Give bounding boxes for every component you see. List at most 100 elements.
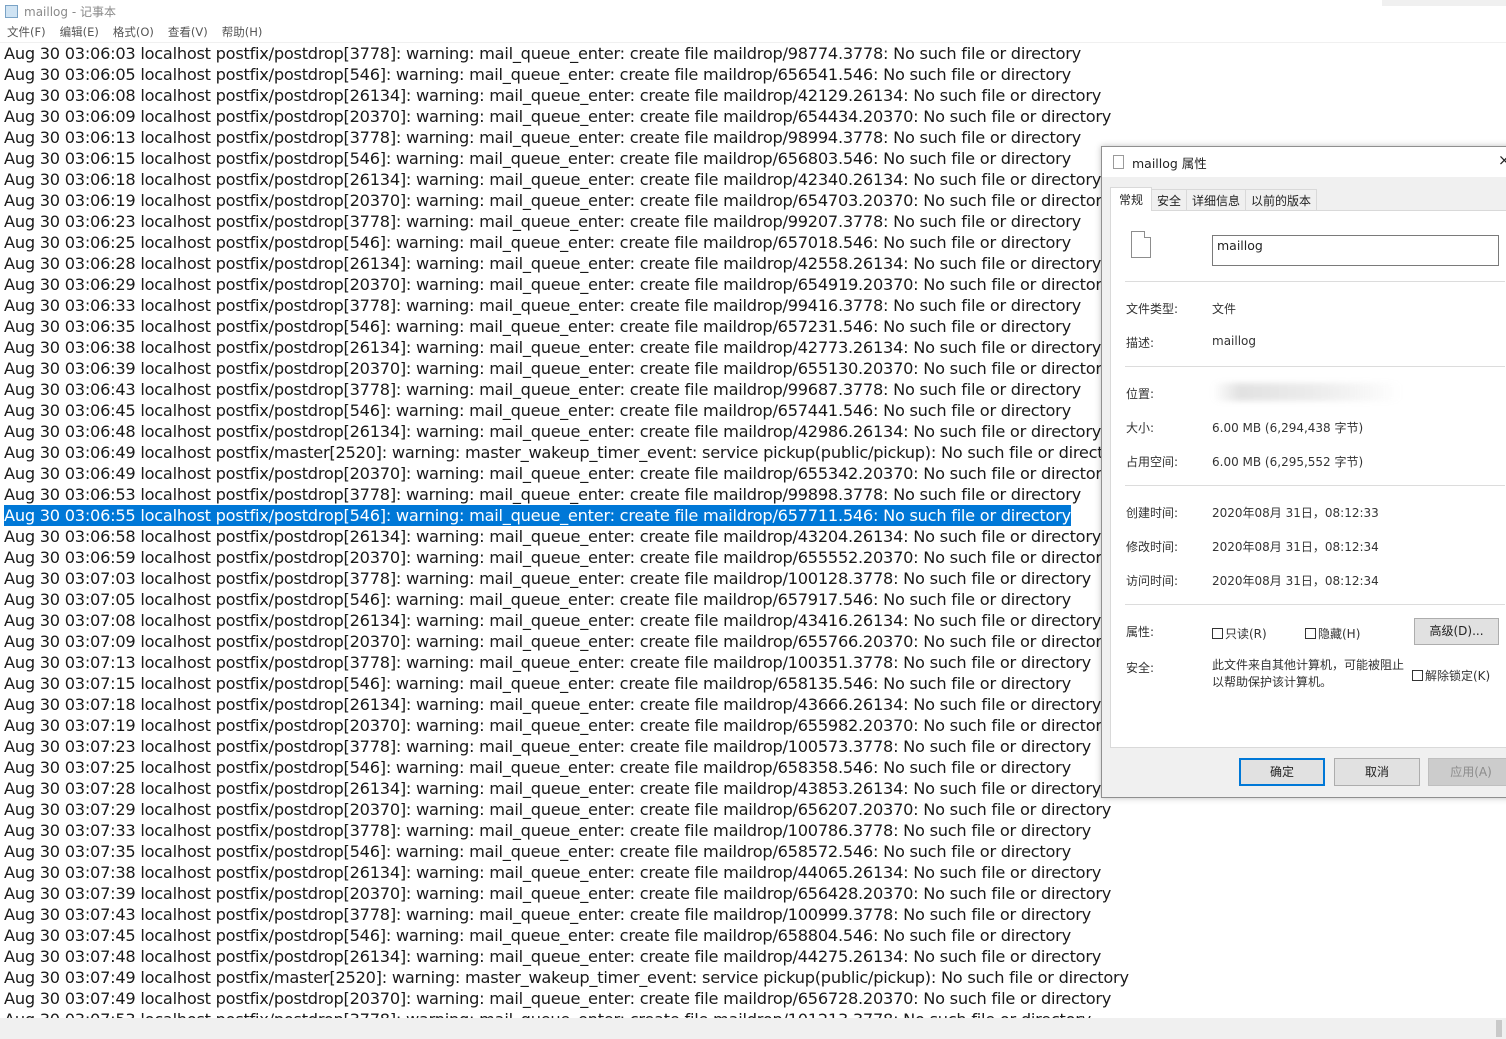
log-line: Aug 30 03:07:29 localhost postfix/postdr… [1100, 800, 1112, 819]
log-line: Aug 30 03:07:28 localhost postfix/postdr… [4, 779, 1100, 798]
ok-button[interactable]: 确定 [1239, 758, 1325, 786]
log-line: Aug 30 03:06:38 localhost postfix/postdr… [4, 338, 1100, 357]
log-line: Aug 30 03:07:25 localhost postfix/postdr… [4, 758, 1071, 777]
divider [1125, 604, 1505, 605]
log-line: Aug 30 03:07:39 localhost postfix/postdr… [4, 884, 1100, 903]
location-label: 位置: [1126, 387, 1155, 401]
document-icon [1131, 231, 1151, 258]
log-line: Aug 30 03:06:09 localhost postfix/postdr… [4, 107, 1100, 126]
title-bar-edge [1382, 0, 1506, 6]
cancel-button[interactable]: 取消 [1334, 758, 1420, 786]
log-line: Aug 30 03:06:49 localhost postfix/postdr… [4, 464, 1100, 483]
log-line: Aug 30 03:06:53 localhost postfix/postdr… [4, 485, 1081, 504]
log-line: Aug 30 03:06:09 localhost postfix/postdr… [1100, 107, 1112, 126]
log-line: Aug 30 03:06:28 localhost postfix/postdr… [4, 254, 1100, 273]
text-editor[interactable]: Aug 30 03:06:03 localhost postfix/postdr… [0, 43, 1100, 1018]
menu-bar: 文件(F) 编辑(E) 格式(O) 查看(V) 帮助(H) [0, 22, 1506, 43]
log-line: Aug 30 03:07:38 localhost postfix/postdr… [1100, 862, 1101, 883]
log-line: Aug 30 03:06:08 localhost postfix/postdr… [1100, 85, 1101, 106]
readonly-option[interactable]: 只读(R) [1212, 625, 1267, 642]
unblock-option[interactable]: 解除锁定(K) [1412, 667, 1490, 684]
notepad-icon [5, 4, 18, 18]
hidden-label: 隐藏(H) [1318, 627, 1361, 641]
log-line: Aug 30 03:06:19 localhost postfix/postdr… [4, 191, 1100, 210]
log-line: Aug 30 03:07:23 localhost postfix/postdr… [4, 737, 1092, 756]
tab-previous-versions[interactable]: 以前的版本 [1245, 189, 1318, 211]
log-line: Aug 30 03:06:08 localhost postfix/postdr… [4, 86, 1100, 105]
attributes-label: 属性: [1126, 625, 1155, 639]
log-line: Aug 30 03:07:03 localhost postfix/postdr… [4, 569, 1092, 588]
tab-security[interactable]: 安全 [1151, 189, 1188, 211]
log-line: Aug 30 03:06:15 localhost postfix/postdr… [4, 149, 1071, 168]
security-message: 此文件来自其他计算机，可能被阻止以帮助保护该计算机。 [1212, 658, 1405, 689]
hidden-option[interactable]: 隐藏(H) [1305, 625, 1360, 642]
log-line: Aug 30 03:07:15 localhost postfix/postdr… [4, 674, 1071, 693]
log-line: Aug 30 03:06:49 localhost postfix/master… [4, 443, 1100, 462]
menu-edit[interactable]: 编辑(E) [53, 22, 106, 42]
log-line: Aug 30 03:06:29 localhost postfix/postdr… [4, 275, 1100, 294]
divider [1125, 281, 1505, 282]
log-line: Aug 30 03:06:35 localhost postfix/postdr… [4, 317, 1071, 336]
log-line: Aug 30 03:06:13 localhost postfix/postdr… [4, 128, 1081, 147]
apply-button[interactable]: 应用(A) [1428, 758, 1506, 786]
type-label: 文件类型: [1126, 302, 1179, 316]
log-line: Aug 30 03:07:18 localhost postfix/postdr… [4, 695, 1100, 714]
log-line: Aug 30 03:06:59 localhost postfix/postdr… [4, 548, 1100, 567]
log-line: Aug 30 03:07:33 localhost postfix/postdr… [4, 821, 1092, 840]
size-on-disk-label: 占用空间: [1126, 455, 1179, 469]
log-line: Aug 30 03:07:49 localhost postfix/master… [4, 968, 1100, 987]
log-line: Aug 30 03:06:18 localhost postfix/postdr… [4, 170, 1100, 189]
scrollbar-thumb[interactable] [1496, 1020, 1502, 1037]
unblock-label: 解除锁定(K) [1425, 669, 1491, 683]
unblock-checkbox[interactable] [1412, 670, 1423, 681]
menu-format[interactable]: 格式(O) [106, 22, 161, 42]
dialog-tabs: 常规 安全 详细信息 以前的版本 [1110, 187, 1318, 211]
log-line: Aug 30 03:07:35 localhost postfix/postdr… [4, 842, 1071, 861]
log-line: Aug 30 03:06:43 localhost postfix/postdr… [4, 380, 1081, 399]
tab-general[interactable]: 常规 [1110, 187, 1153, 211]
size-value: 6.00 MB (6,294,438 字节) [1212, 421, 1364, 435]
type-value: 文件 [1212, 302, 1237, 316]
dialog-title-bar: maillog 属性 [1102, 147, 1506, 177]
tab-details[interactable]: 详细信息 [1186, 189, 1247, 211]
file-name-field[interactable]: maillog [1212, 235, 1499, 266]
properties-dialog: maillog 属性 × 常规 安全 详细信息 以前的版本 maillog 文件… [1101, 146, 1506, 798]
menu-help[interactable]: 帮助(H) [215, 22, 270, 42]
created-label: 创建时间: [1126, 506, 1179, 520]
log-line: Aug 30 03:06:48 localhost postfix/postdr… [4, 422, 1100, 441]
log-line: Aug 30 03:07:48 localhost postfix/postdr… [1100, 946, 1101, 967]
size-on-disk-value: 6.00 MB (6,295,552 字节) [1212, 455, 1364, 469]
log-line: Aug 30 03:07:39 localhost postfix/postdr… [1100, 884, 1112, 903]
title-bar: maillog - 记事本 [0, 0, 1382, 22]
log-line: Aug 30 03:07:38 localhost postfix/postdr… [4, 863, 1100, 882]
hidden-checkbox[interactable] [1305, 628, 1316, 639]
log-line: Aug 30 03:07:09 localhost postfix/postdr… [4, 632, 1100, 651]
log-line: Aug 30 03:07:49 localhost postfix/master… [1100, 968, 1129, 987]
selected-log-line: Aug 30 03:06:55 localhost postfix/postdr… [4, 505, 1071, 526]
log-line: Aug 30 03:06:25 localhost postfix/postdr… [4, 233, 1071, 252]
general-panel: maillog 文件类型: 文件 描述: maillog 位置: 大小: 6.0… [1110, 210, 1506, 748]
readonly-checkbox[interactable] [1212, 628, 1223, 639]
log-line: Aug 30 03:07:49 localhost postfix/postdr… [4, 989, 1100, 1008]
log-line: Aug 30 03:07:05 localhost postfix/postdr… [4, 590, 1071, 609]
dialog-title: maillog 属性 [1132, 155, 1207, 171]
size-label: 大小: [1126, 421, 1155, 435]
description-label: 描述: [1126, 336, 1155, 350]
menu-file[interactable]: 文件(F) [0, 22, 53, 42]
created-value: 2020年08月 31日，08:12:33 [1212, 506, 1379, 520]
log-line: Aug 30 03:06:05 localhost postfix/postdr… [4, 65, 1071, 84]
log-line: Aug 30 03:07:08 localhost postfix/postdr… [4, 611, 1100, 630]
accessed-value: 2020年08月 31日，08:12:34 [1212, 574, 1379, 588]
horizontal-scrollbar[interactable] [0, 1018, 1506, 1039]
close-icon[interactable]: × [1498, 151, 1506, 169]
security-label: 安全: [1126, 661, 1155, 675]
menu-view[interactable]: 查看(V) [161, 22, 215, 42]
log-line: Aug 30 03:06:45 localhost postfix/postdr… [4, 401, 1071, 420]
description-value: maillog [1212, 334, 1257, 348]
window-title: maillog - 记事本 [24, 4, 116, 19]
log-line: Aug 30 03:06:39 localhost postfix/postdr… [4, 359, 1100, 378]
advanced-button[interactable]: 高级(D)... [1414, 618, 1499, 645]
log-line: Aug 30 03:07:53 localhost postfix/postdr… [4, 1009, 1091, 1018]
log-line: Aug 30 03:07:43 localhost postfix/postdr… [4, 905, 1092, 924]
log-line: Aug 30 03:06:03 localhost postfix/postdr… [4, 44, 1081, 63]
